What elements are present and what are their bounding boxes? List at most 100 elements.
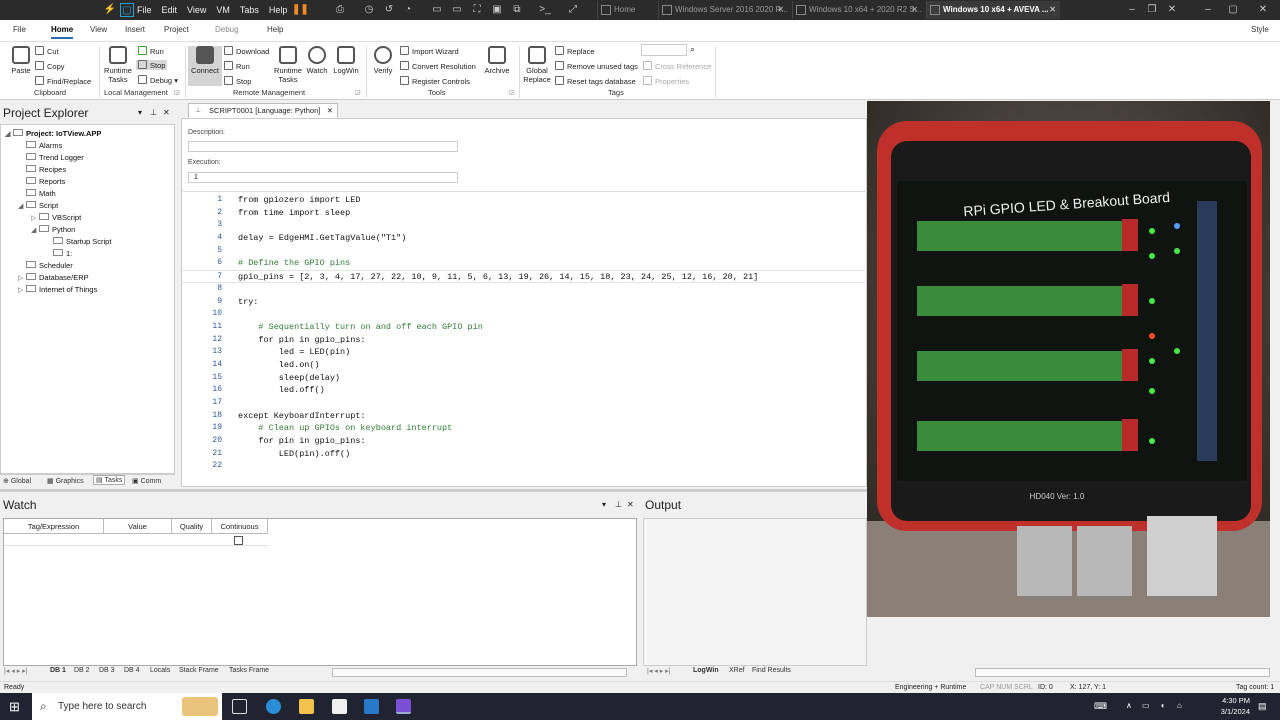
- store-icon[interactable]: [332, 699, 347, 714]
- tree-node-trend-logger[interactable]: Trend Logger: [18, 153, 84, 163]
- close-icon[interactable]: ✕: [327, 104, 333, 118]
- vm-tab-home[interactable]: Home: [597, 1, 655, 19]
- close-tab-icon[interactable]: ✕: [777, 1, 784, 19]
- logwin-button[interactable]: LogWin: [329, 46, 363, 75]
- view-split-icon[interactable]: ▭: [450, 3, 464, 17]
- code-line[interactable]: 16 led.off(): [182, 384, 868, 397]
- network-icon[interactable]: ▭: [1142, 701, 1150, 710]
- ribbon-tab-help[interactable]: Help: [267, 25, 283, 34]
- expand-icon[interactable]: ▷: [18, 274, 26, 284]
- code-line[interactable]: 13 led = LED(pin): [182, 346, 868, 359]
- fit-window-icon[interactable]: ⤢: [566, 3, 580, 17]
- import-wizard-button[interactable]: Import Wizard: [400, 46, 459, 56]
- tree-node-iot[interactable]: ▷ Internet of Things: [18, 285, 97, 296]
- close-tab-icon[interactable]: ✕: [1049, 1, 1056, 19]
- continuous-checkbox[interactable]: [234, 536, 243, 545]
- tree-node-startup-script[interactable]: Startup Script: [53, 237, 111, 247]
- column-header[interactable]: Value: [104, 519, 172, 534]
- vm-logo-icon[interactable]: ⚡: [103, 3, 117, 17]
- collapse-icon[interactable]: ◢: [18, 202, 26, 212]
- tab-locals[interactable]: Locals: [150, 667, 170, 674]
- remove-unused-tags-button[interactable]: Remove unused tags: [555, 61, 638, 71]
- tray-chevron-icon[interactable]: ∧: [1126, 701, 1132, 710]
- edge-icon[interactable]: [266, 699, 281, 714]
- code-line[interactable]: 9 try:: [182, 296, 868, 309]
- unity-icon[interactable]: ▣: [490, 3, 504, 17]
- ribbon-tab-project[interactable]: Project: [164, 25, 189, 34]
- code-line[interactable]: 8: [182, 283, 868, 296]
- horizontal-scrollbar[interactable]: [332, 668, 627, 677]
- column-header[interactable]: Continuous: [212, 519, 268, 534]
- collapse-icon[interactable]: ◢: [5, 130, 13, 140]
- find-replace-button[interactable]: Find/Replace: [35, 76, 91, 86]
- properties-button[interactable]: Properties: [643, 76, 689, 86]
- tab-db1[interactable]: DB 1: [50, 667, 66, 674]
- expand-icon[interactable]: ▷: [18, 286, 26, 296]
- app-maximize-icon[interactable]: ▢: [1221, 0, 1245, 20]
- task-view-icon[interactable]: [232, 699, 247, 714]
- replace-button[interactable]: Replace: [555, 46, 595, 56]
- tab-global[interactable]: ⊕ Global: [3, 477, 31, 485]
- tab-comm[interactable]: ▣ Comm: [132, 477, 161, 485]
- code-line[interactable]: 3: [182, 219, 868, 232]
- tab-xref[interactable]: XRef: [729, 667, 745, 674]
- register-controls-button[interactable]: Register Controls: [400, 76, 470, 86]
- file-explorer-icon[interactable]: [299, 699, 314, 714]
- verify-button[interactable]: Verify: [366, 46, 400, 75]
- connect-button[interactable]: Connect: [188, 46, 222, 86]
- vm-menu-vm[interactable]: VM: [216, 0, 230, 20]
- view-console-icon[interactable]: ▭: [430, 3, 444, 17]
- tree-node-math[interactable]: Math: [18, 189, 56, 199]
- reset-tags-db-button[interactable]: Reset tags database: [555, 76, 636, 86]
- ribbon-tab-file[interactable]: File: [13, 25, 26, 34]
- keyboard-icon[interactable]: ⌨: [1094, 701, 1107, 712]
- language-icon[interactable]: ⌂: [1177, 701, 1182, 710]
- code-line[interactable]: 14 led.on(): [182, 359, 868, 372]
- code-line[interactable]: 17: [182, 397, 868, 410]
- description-field[interactable]: [188, 141, 458, 152]
- tree-node-reports[interactable]: Reports: [18, 177, 65, 187]
- cross-reference-button[interactable]: Cross Reference: [643, 61, 711, 71]
- mail-icon[interactable]: [364, 699, 379, 714]
- code-line[interactable]: 2 from time import sleep: [182, 207, 868, 220]
- close-icon[interactable]: ✕: [627, 496, 634, 514]
- search-icon[interactable]: ⌕: [690, 44, 695, 55]
- download-button[interactable]: Download: [224, 46, 269, 56]
- vm-close-icon[interactable]: ✕: [1160, 0, 1184, 20]
- column-header[interactable]: Quality: [172, 519, 212, 534]
- snapshot-manager-icon[interactable]: ◔: [401, 3, 415, 17]
- code-line[interactable]: 7 gpio_pins = [2, 3, 4, 17, 27, 22, 10, 9…: [182, 270, 868, 283]
- code-area[interactable]: 1 from gpiozero import LED 2 from time impo…: [182, 194, 868, 473]
- archive-button[interactable]: Archive: [480, 46, 514, 75]
- table-row[interactable]: [4, 534, 268, 546]
- code-line[interactable]: 11 # Sequentially turn on and off each G…: [182, 321, 868, 334]
- taskbar-clock[interactable]: 4:30 PM 3/1/2024: [1221, 695, 1250, 717]
- pin-icon[interactable]: ⊥: [615, 496, 622, 514]
- tab-logwin[interactable]: LogWin: [693, 667, 719, 674]
- dropdown-icon[interactable]: ▾: [602, 496, 606, 514]
- vm-home-icon[interactable]: ▢: [120, 3, 134, 17]
- vm-menu-tabs[interactable]: Tabs: [240, 0, 259, 20]
- tab-graphics[interactable]: ▦ Graphics: [47, 477, 84, 485]
- vm-tab-server2016[interactable]: Windows Server 2016 2020 R... ✕: [658, 1, 788, 19]
- tree-node-recipes[interactable]: Recipes: [18, 165, 66, 175]
- tab-script0001[interactable]: ⊥ SCRIPT0001 [Language: Python] ✕: [188, 103, 338, 118]
- app-minimize-icon[interactable]: –: [1196, 0, 1220, 20]
- code-line[interactable]: 20 for pin in gpio_pins:: [182, 435, 868, 448]
- tree-node-vbscript[interactable]: ▷ VBScript: [31, 213, 81, 224]
- global-replace-button[interactable]: Global Replace: [520, 46, 554, 84]
- cut-button[interactable]: Cut: [35, 46, 59, 56]
- tab-tasks-frame[interactable]: Tasks Frame: [229, 667, 269, 674]
- windows-start-icon[interactable]: ⊞: [9, 699, 20, 715]
- code-line[interactable]: 5: [182, 245, 868, 258]
- vm-menu-file[interactable]: File: [137, 0, 152, 20]
- dropdown-icon[interactable]: ▾: [138, 104, 142, 122]
- code-line[interactable]: 4 delay = EdgeHMI.GetTagValue("T1"): [182, 232, 868, 245]
- code-line[interactable]: 19 # Clean up GPIOs on keyboard interrup…: [182, 422, 868, 435]
- scroll-arrows-icon[interactable]: |◂ ◂ ▸ ▸|: [4, 667, 28, 675]
- code-line[interactable]: 12 for pin in gpio_pins:: [182, 334, 868, 347]
- ribbon-tab-insert[interactable]: Insert: [125, 25, 145, 34]
- terminal-icon[interactable]: >_: [538, 3, 552, 17]
- tree-node-database[interactable]: ▷ Database/ERP: [18, 273, 89, 284]
- iotview-app-icon[interactable]: [396, 699, 411, 714]
